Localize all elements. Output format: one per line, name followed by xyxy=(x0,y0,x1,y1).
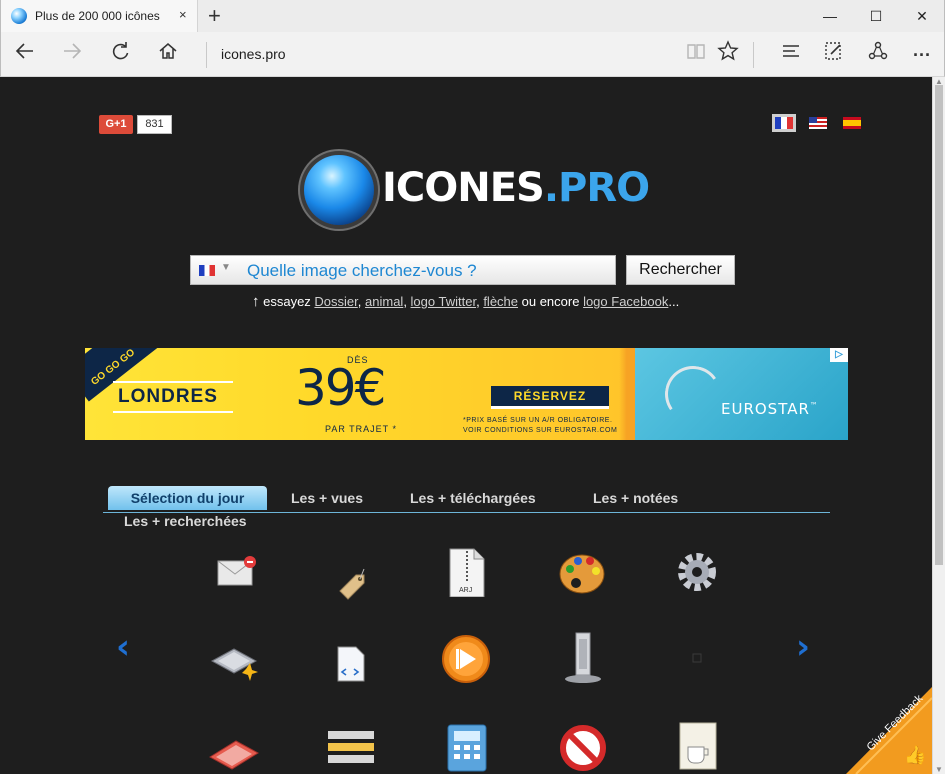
ad-brand-tm: ™ xyxy=(809,401,819,410)
ad-banner[interactable]: GO GO GO LONDRES DÈS 39€ PAR TRAJET * RÉ… xyxy=(85,348,848,440)
tab-plus-telechargees[interactable]: Les + téléchargées xyxy=(410,486,536,510)
ad-divider xyxy=(113,381,233,383)
vertical-scrollbar[interactable]: ▲ ▼ xyxy=(932,77,945,774)
google-plus-button[interactable]: G+1 xyxy=(99,115,133,134)
tab-selection-du-jour[interactable]: Sélection du jour xyxy=(108,486,267,510)
minimize-button[interactable]: — xyxy=(807,0,853,32)
address-bar[interactable]: icones.pro xyxy=(221,46,286,62)
google-plus-count: 831 xyxy=(137,115,172,134)
ad-fine-line: *PRIX BASÉ SUR UN A/R OBLIGATOIRE. xyxy=(463,417,613,424)
media-play-icon[interactable] xyxy=(440,633,490,683)
more-options-icon[interactable]: ··· xyxy=(907,40,937,70)
suggest-link[interactable]: Dossier xyxy=(314,294,357,309)
new-tab-button[interactable]: + xyxy=(208,3,221,29)
carousel-prev-icon[interactable]: ‹ xyxy=(116,627,130,667)
english-flag-icon[interactable] xyxy=(809,117,827,129)
reading-view-icon[interactable] xyxy=(681,40,711,70)
ad-brand: EUROSTAR™ xyxy=(721,400,819,418)
suggest-link[interactable]: logo Facebook xyxy=(583,294,668,309)
search-button[interactable]: Rechercher xyxy=(626,255,735,285)
hub-icon[interactable] xyxy=(776,40,806,70)
refresh-icon[interactable] xyxy=(105,40,135,70)
ad-book-button[interactable]: RÉSERVEZ xyxy=(491,386,609,409)
language-flag-icon[interactable] xyxy=(199,265,215,276)
toolbar-separator xyxy=(753,42,754,68)
suggest-link[interactable]: logo Twitter xyxy=(411,294,477,309)
tag-icon[interactable] xyxy=(328,553,378,603)
share-icon[interactable] xyxy=(863,40,893,70)
page-content: G+1 831 ICONES.PRO ▼ Rechercher ↑ essaye… xyxy=(0,77,932,774)
search-box: ▼ xyxy=(190,255,616,285)
ad-brand-name: EUROSTAR xyxy=(721,400,810,418)
thumbs-up-icon: 👍 xyxy=(904,745,927,765)
up-arrow-icon: ↑ xyxy=(252,293,260,310)
maximize-button[interactable]: ☐ xyxy=(853,0,899,32)
new-keyboard-icon[interactable] xyxy=(210,635,260,685)
language-dropdown-icon[interactable]: ▼ xyxy=(221,262,231,273)
site-favicon-icon xyxy=(11,8,27,24)
ad-fine-line: VOIR CONDITIONS SUR EUROSTAR.COM xyxy=(463,427,618,434)
logo-main: ICONES xyxy=(382,165,545,211)
adchoices-icon[interactable]: ▷ xyxy=(830,348,848,362)
close-window-button[interactable]: ✕ xyxy=(899,0,945,32)
server-tower-icon[interactable] xyxy=(558,631,608,683)
french-flag-icon[interactable] xyxy=(772,114,796,132)
suggest-suffix: ... xyxy=(668,294,680,309)
code-file-icon[interactable] xyxy=(332,645,382,695)
mail-delete-icon[interactable] xyxy=(212,547,262,597)
list-view-icon[interactable] xyxy=(326,727,376,774)
ad-per-trip: PAR TRAJET * xyxy=(325,424,398,434)
tab-title: Plus de 200 000 icônes xyxy=(35,9,160,23)
favorite-star-icon[interactable] xyxy=(713,40,743,70)
suggest-link[interactable]: flèche xyxy=(483,294,518,309)
logo-orb-icon[interactable] xyxy=(304,155,374,225)
title-bar: Plus de 200 000 icônes × + — ☐ ✕ xyxy=(0,0,945,32)
site-logo[interactable]: ICONES.PRO xyxy=(382,165,650,211)
tab-plus-vues[interactable]: Les + vues xyxy=(291,486,363,510)
suggest-middle: ou encore xyxy=(518,294,584,309)
scroll-thumb[interactable] xyxy=(935,85,943,565)
forward-arrow-icon[interactable] xyxy=(57,40,87,70)
close-tab-icon[interactable]: × xyxy=(179,7,187,22)
search-suggestions: ↑ essayez Dossier, animal, logo Twitter,… xyxy=(252,293,680,310)
back-arrow-icon[interactable] xyxy=(10,40,40,70)
paint-palette-icon[interactable] xyxy=(556,547,606,597)
ad-city: LONDRES xyxy=(118,386,218,407)
keyboard-icon[interactable] xyxy=(208,721,259,771)
settings-gear-icon[interactable] xyxy=(672,547,722,597)
arj-file-icon[interactable]: ARJ xyxy=(442,547,492,598)
icon-category-tabs: Sélection du jour Les + vues Les + téléc… xyxy=(103,483,830,513)
blank-icon[interactable] xyxy=(690,651,740,701)
ad-fine-print: *PRIX BASÉ SUR UN A/R OBLIGATOIRE. VOIR C… xyxy=(463,416,617,436)
calculator-phone-icon[interactable] xyxy=(446,723,496,773)
web-note-icon[interactable] xyxy=(819,40,849,70)
browser-tab[interactable]: Plus de 200 000 icônes × xyxy=(1,0,198,32)
ad-divider xyxy=(113,411,233,413)
home-icon[interactable] xyxy=(153,40,183,70)
give-feedback-button[interactable]: Give Feedback 👍 xyxy=(846,687,932,774)
navigation-bar: icones.pro ··· xyxy=(0,32,945,77)
search-input[interactable] xyxy=(247,259,607,283)
tab-plus-notees[interactable]: Les + notées xyxy=(593,486,678,510)
ad-price: 39€ xyxy=(295,359,386,417)
arj-label: ARJ xyxy=(459,587,472,594)
scroll-down-icon[interactable]: ▼ xyxy=(935,765,943,774)
suggest-prefix: essayez xyxy=(259,294,315,309)
carousel-next-icon[interactable]: › xyxy=(796,627,810,667)
spanish-flag-icon[interactable] xyxy=(843,117,861,129)
coffee-cup-icon[interactable] xyxy=(676,721,726,771)
logo-ext: .PRO xyxy=(543,165,650,211)
forbidden-sign-icon[interactable] xyxy=(558,723,608,773)
tab-plus-recherchees[interactable]: Les + recherchées xyxy=(124,513,247,529)
address-separator xyxy=(206,42,207,68)
suggest-link[interactable]: animal xyxy=(365,294,403,309)
